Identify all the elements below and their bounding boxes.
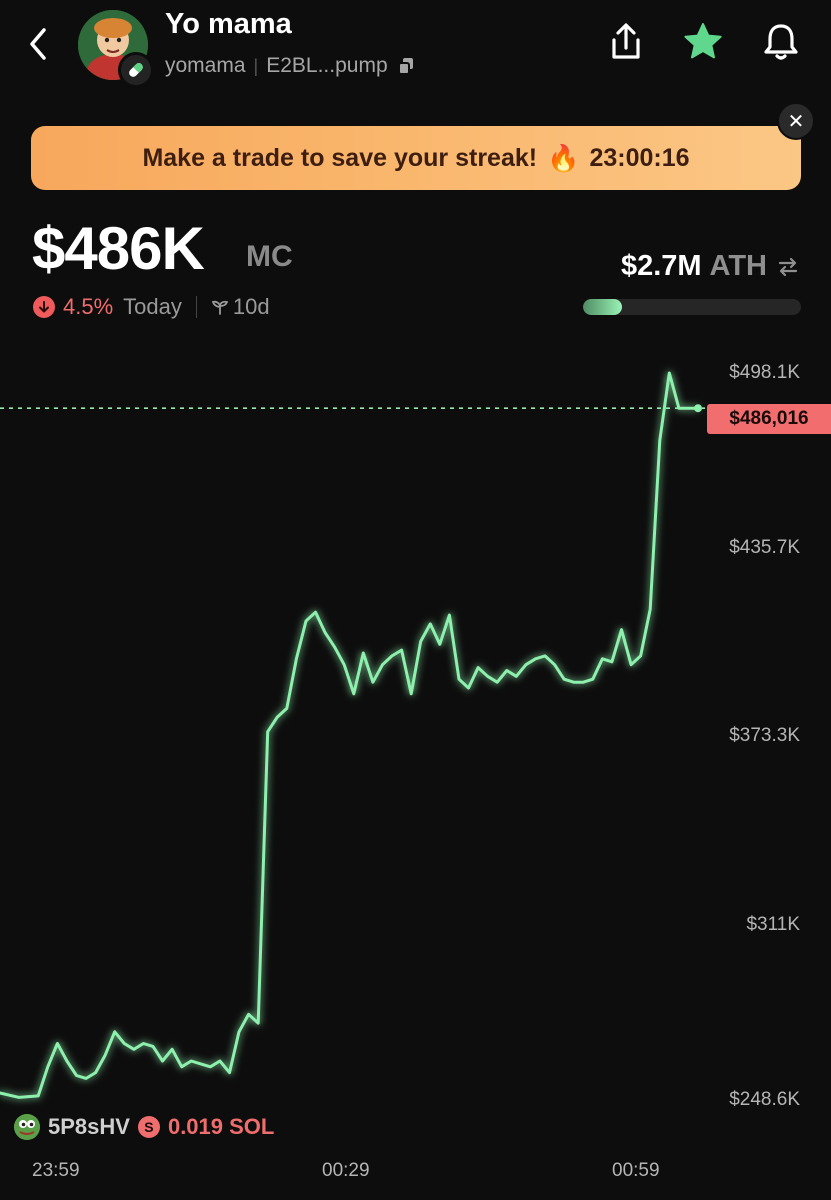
x-tick-label: 00:59 [612,1160,660,1181]
trader-id: 5P8sHV [48,1114,130,1139]
y-tick-label: $248.6K [729,1089,800,1110]
token-screen: Yo mama yomama | E2BL...pump Make a trad… [0,0,831,1200]
trade-marker[interactable]: 5P8sHV S 0.019 SOL [14,1114,274,1140]
x-tick-label: 23:59 [32,1160,80,1181]
solana-icon: S [137,1116,160,1138]
pepe-avatar-icon [14,1114,40,1140]
trade-amount: 0.019 SOL [167,1114,275,1139]
series-line [0,371,700,1099]
last-point [694,404,702,413]
y-tick-label: $498.1K [729,362,800,383]
y-tick-label: $373.3K [729,725,800,746]
y-tick-label: $435.7K [729,537,800,558]
current-price-tag: $486,016 [707,404,831,434]
x-tick-label: 00:29 [322,1160,370,1181]
price-chart[interactable] [0,0,831,1200]
y-tick-label: $311K [746,914,800,935]
